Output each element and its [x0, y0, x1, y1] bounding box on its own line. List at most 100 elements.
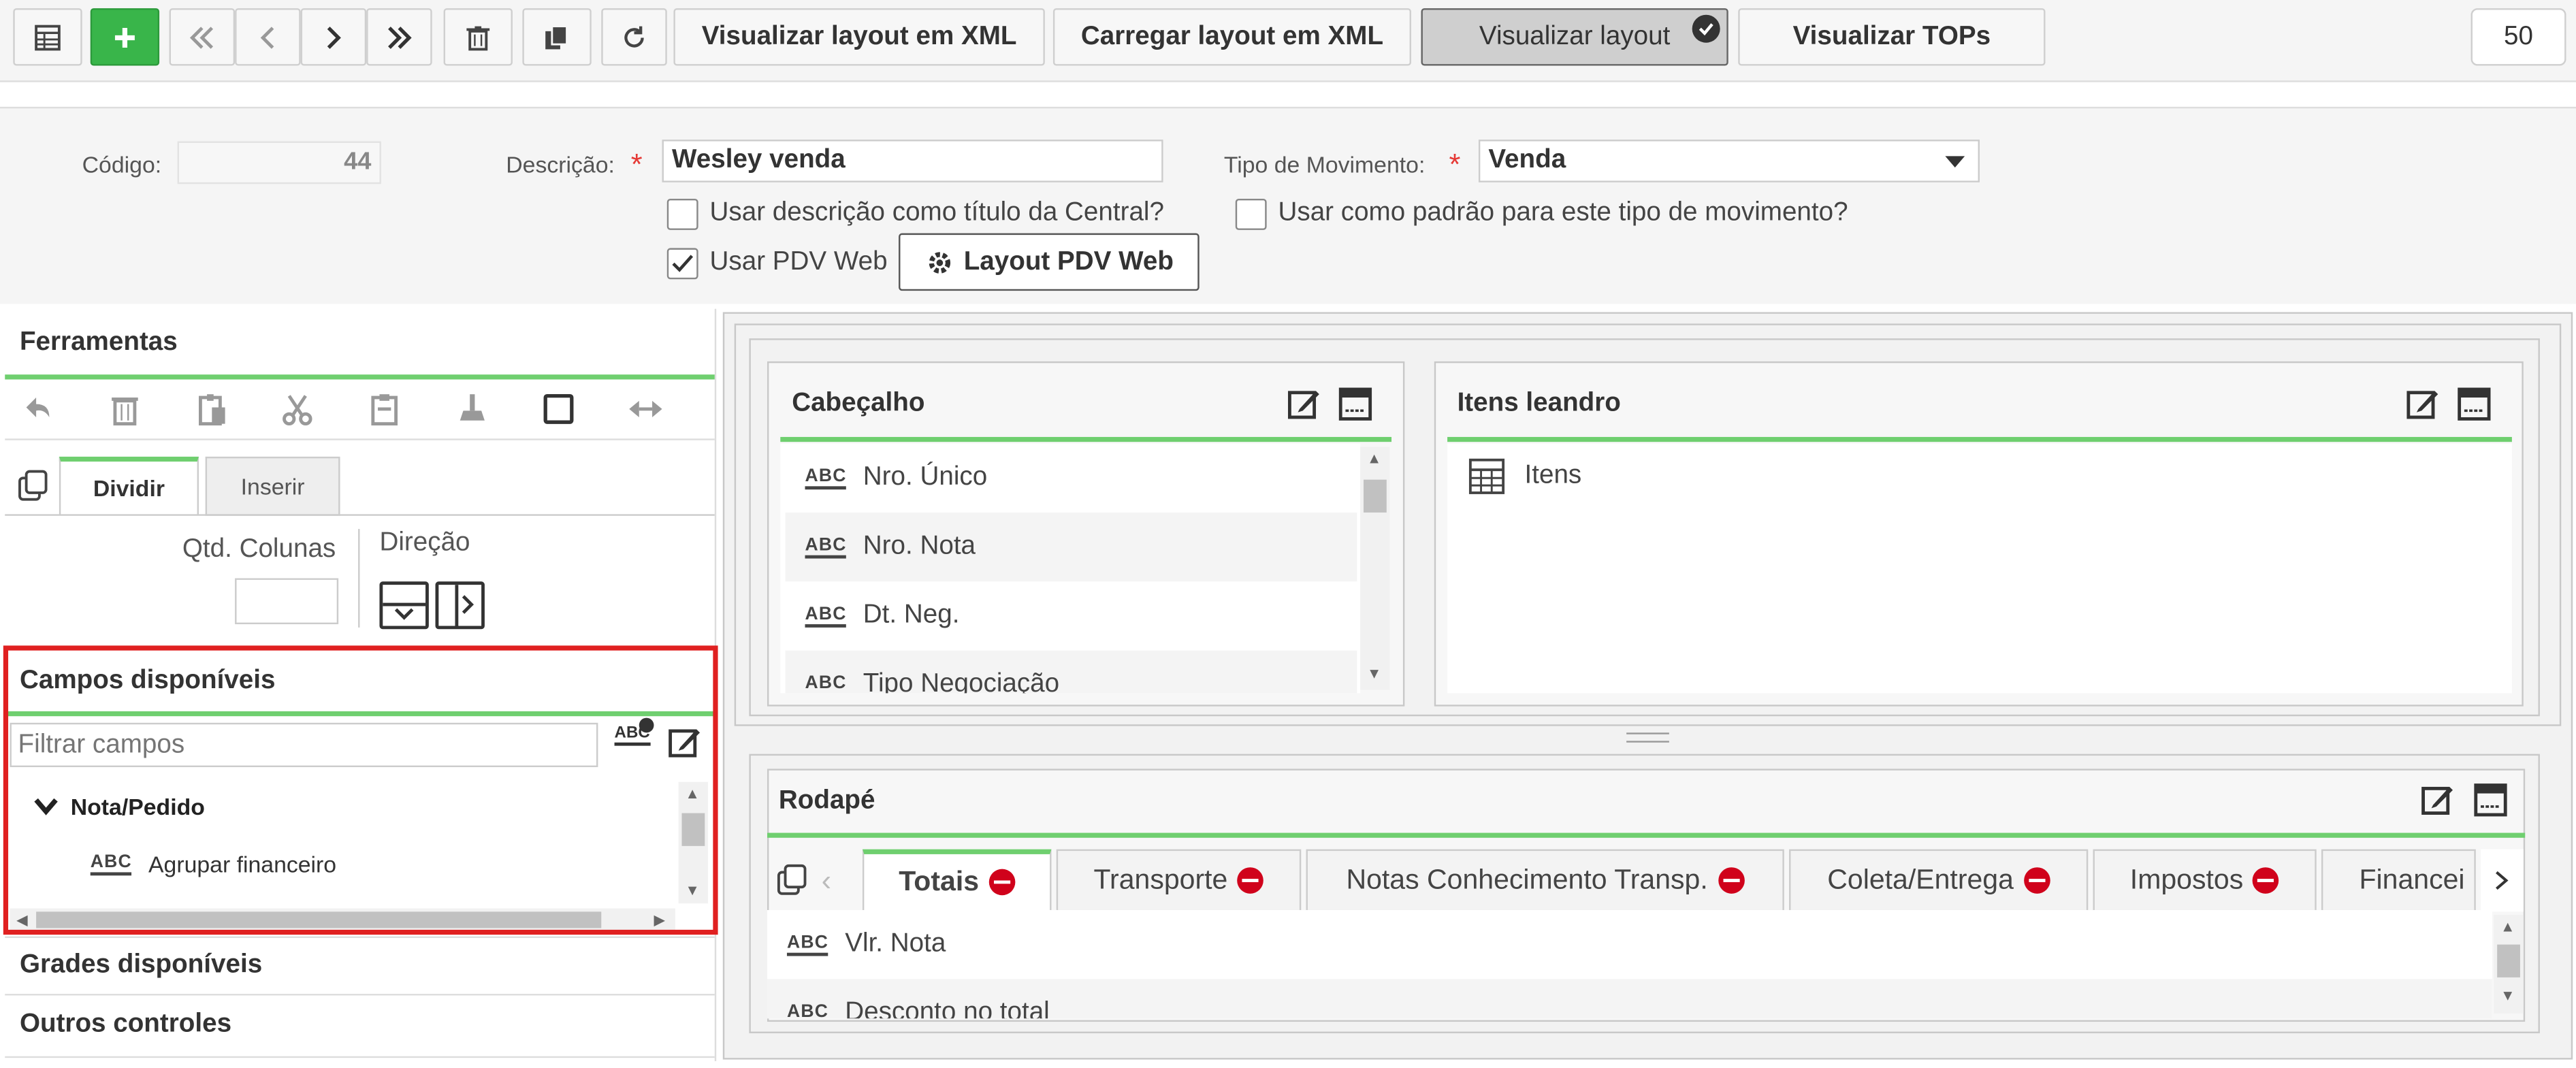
- scroll-down-arrow[interactable]: ▼: [2500, 987, 2515, 1003]
- tab-dividir[interactable]: Dividir: [59, 456, 199, 516]
- direcao-label: Direção: [379, 529, 470, 557]
- tab-totais[interactable]: Totais: [862, 849, 1052, 912]
- remove-icon[interactable]: [2023, 867, 2050, 894]
- text-field-icon: ABC: [805, 673, 847, 694]
- filter-fields-input[interactable]: [10, 722, 598, 767]
- field-label: Vlr. Nota: [845, 929, 946, 958]
- scissors-icon[interactable]: [279, 391, 315, 427]
- rodape-title: Rodapé: [778, 786, 875, 815]
- edit-icon[interactable]: [2420, 782, 2456, 818]
- remove-icon[interactable]: [1718, 867, 1744, 894]
- cabecalho-title: Cabeçalho: [792, 389, 925, 417]
- first-record-button[interactable]: [169, 8, 236, 66]
- square-icon[interactable]: [541, 391, 577, 427]
- grid-icon: [1468, 458, 1505, 494]
- tree-group-nota-pedido[interactable]: Nota/Pedido: [71, 794, 205, 820]
- text-field-icon: ABC: [805, 604, 847, 627]
- tab-label: Totais: [899, 865, 980, 897]
- grades-title[interactable]: Grades disponíveis: [20, 951, 262, 980]
- tab-inserir[interactable]: Inserir: [205, 456, 340, 516]
- itens-label: Itens: [1524, 462, 1582, 490]
- splitter-handle[interactable]: [1626, 732, 1669, 743]
- window-settings-icon[interactable]: [1337, 386, 1373, 422]
- split-vertical-icon[interactable]: [379, 581, 429, 630]
- tree-item[interactable]: ABC Agrupar financeiro: [90, 851, 336, 877]
- required-marker: *: [1449, 148, 1461, 181]
- window-settings-icon[interactable]: [2473, 782, 2509, 818]
- edit-icon[interactable]: [667, 724, 703, 760]
- edit-icon[interactable]: [1287, 386, 1323, 422]
- window-settings-icon[interactable]: [2456, 386, 2492, 422]
- brush-icon[interactable]: [453, 391, 489, 427]
- paste-icon[interactable]: [194, 391, 230, 427]
- last-record-button[interactable]: [366, 8, 432, 66]
- padrao-checkbox[interactable]: [1235, 199, 1267, 230]
- scroll-down-arrow[interactable]: ▼: [1367, 665, 1382, 681]
- field-label: Dt. Neg.: [863, 601, 960, 630]
- list-item[interactable]: ABC Vlr. Nota: [767, 909, 2492, 980]
- scroll-left-arrow[interactable]: ◀: [16, 911, 28, 930]
- undo-icon[interactable]: [20, 391, 56, 427]
- tipo-movimento-select[interactable]: Venda: [1478, 140, 1980, 182]
- codigo-field: 44: [177, 141, 381, 184]
- tabs-scroll-left-icon[interactable]: ‹: [822, 864, 831, 899]
- previous-record-button[interactable]: [235, 8, 301, 66]
- caret-down-icon: [1945, 156, 1965, 168]
- split-horizontal-icon[interactable]: [435, 581, 485, 630]
- desc-title-checkbox[interactable]: [666, 199, 698, 230]
- grid-view-button[interactable]: [13, 8, 82, 66]
- page-size-select[interactable]: 50: [2470, 8, 2566, 66]
- chevron-left-icon: [260, 26, 274, 48]
- view-layout-button[interactable]: Visualizar layout: [1421, 8, 1728, 66]
- trash-icon[interactable]: [107, 391, 143, 427]
- layout-pdv-web-button[interactable]: Layout PDV Web: [899, 233, 1200, 291]
- pdv-web-checkbox[interactable]: [666, 248, 698, 280]
- list-item[interactable]: ABC Tipo Negociação: [785, 650, 1357, 694]
- scrollbar-thumb[interactable]: [1364, 479, 1387, 513]
- resize-horizontal-icon[interactable]: [628, 391, 664, 427]
- duplicate-button[interactable]: [522, 8, 592, 66]
- list-item[interactable]: ABC Desconto no total: [767, 979, 2492, 1019]
- descricao-input[interactable]: Wesley venda: [662, 140, 1163, 182]
- remove-icon[interactable]: [2253, 867, 2280, 894]
- tab-coleta-entrega[interactable]: Coleta/Entrega: [1789, 849, 2089, 912]
- next-record-button[interactable]: [300, 8, 367, 66]
- scroll-up-arrow[interactable]: ▲: [2500, 918, 2515, 935]
- view-xml-button[interactable]: Visualizar layout em XML: [673, 8, 1045, 66]
- scroll-up-arrow[interactable]: ▲: [1367, 450, 1382, 466]
- tab-impostos[interactable]: Impostos: [2093, 849, 2317, 912]
- scrollbar-thumb[interactable]: [36, 911, 602, 928]
- list-item[interactable]: ABC Dt. Neg.: [785, 581, 1357, 651]
- view-tops-button[interactable]: Visualizar TOPs: [1738, 8, 2046, 66]
- tab-financeiro[interactable]: Financei: [2321, 849, 2476, 912]
- tab-transporte[interactable]: Transporte: [1056, 849, 1302, 912]
- spellcheck-icon[interactable]: ABC: [614, 717, 654, 746]
- tab-notas-conhecimento[interactable]: Notas Conhecimento Transp.: [1306, 849, 1784, 912]
- scroll-down-arrow[interactable]: ▼: [685, 882, 700, 899]
- desc-title-label: Usar descrição como título da Central?: [709, 199, 1164, 227]
- remove-icon[interactable]: [1237, 867, 1264, 894]
- list-item[interactable]: ABC Nro. Nota: [785, 512, 1357, 582]
- copy-icon[interactable]: [774, 862, 810, 899]
- scrollbar-thumb[interactable]: [2497, 944, 2520, 977]
- scroll-up-arrow[interactable]: ▲: [685, 786, 700, 802]
- divider: [358, 529, 360, 628]
- outros-title[interactable]: Outros controles: [20, 1010, 231, 1039]
- list-item[interactable]: Itens: [1468, 458, 1581, 494]
- text-field-icon: ABC: [805, 536, 847, 558]
- load-xml-button[interactable]: Carregar layout em XML: [1052, 8, 1411, 66]
- edit-icon[interactable]: [2405, 386, 2441, 422]
- refresh-button[interactable]: [601, 8, 667, 66]
- remove-icon[interactable]: [988, 869, 1016, 896]
- scrollbar-thumb[interactable]: [681, 813, 705, 846]
- tabs-scroll-right-icon[interactable]: [2481, 849, 2524, 912]
- clipboard-icon[interactable]: [366, 391, 402, 427]
- delete-button[interactable]: [443, 8, 513, 66]
- itens-title: Itens leandro: [1457, 389, 1621, 417]
- list-item[interactable]: ABC Nro. Único: [785, 443, 1357, 513]
- add-button[interactable]: [90, 8, 160, 66]
- chevron-down-icon[interactable]: [33, 794, 59, 820]
- copy-icon[interactable]: [15, 468, 51, 504]
- scroll-right-arrow[interactable]: ▶: [654, 911, 665, 930]
- qtd-colunas-input[interactable]: [235, 578, 339, 625]
